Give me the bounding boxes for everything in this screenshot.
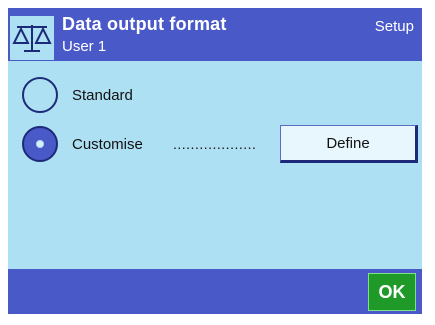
page-title: Data output format (62, 14, 227, 34)
leader-dots: ................... (173, 136, 257, 152)
user-label: User 1 (62, 38, 107, 55)
option-standard-label: Standard (72, 87, 133, 104)
option-standard[interactable]: Standard (8, 73, 422, 117)
radio-selected-dot (36, 140, 44, 148)
radio-customise[interactable] (22, 126, 58, 162)
balance-scale-icon (10, 16, 54, 60)
screen: Data output format User 1 Setup Standard… (8, 8, 422, 314)
header-bar: Data output format User 1 Setup (8, 8, 422, 61)
define-button[interactable]: Define (280, 125, 418, 163)
option-customise-label: Customise (72, 136, 143, 153)
section-label: Setup (374, 18, 414, 35)
radio-standard[interactable] (22, 77, 58, 113)
footer-bar: OK (8, 269, 422, 314)
ok-button[interactable]: OK (368, 273, 416, 311)
